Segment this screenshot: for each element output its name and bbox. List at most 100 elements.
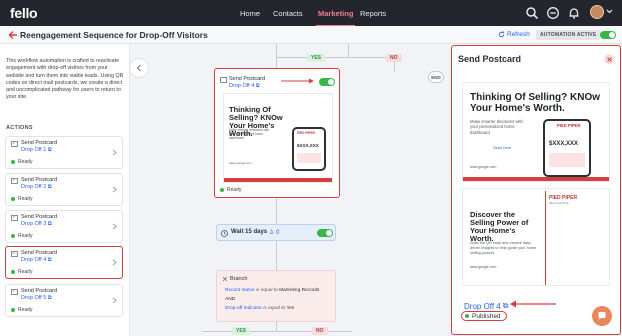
ready-dot xyxy=(11,270,15,274)
branch-icon xyxy=(222,276,228,282)
top-nav: fello Home Contacts Marketing Reports xyxy=(0,0,622,27)
branch-and-label: AND xyxy=(225,297,236,302)
no-label: NO xyxy=(386,54,402,62)
chart-mockup xyxy=(549,153,585,167)
wait-toggle[interactable] xyxy=(317,229,333,237)
page-title: Reengagement Sequence for Drop-Off Visit… xyxy=(20,30,208,40)
postcard-icon xyxy=(11,251,18,257)
wait-node[interactable]: Wait 15 days ♙ 0 xyxy=(216,224,336,241)
action-link[interactable]: Drop Off 3 ⧉ xyxy=(21,221,52,228)
postcard-detail-panel: Send Postcard Thinking Of Selling? KNOw … xyxy=(451,45,621,335)
clock-icon xyxy=(221,230,228,237)
panel-title: Send Postcard xyxy=(458,54,522,64)
postcard-icon xyxy=(11,289,18,295)
action-name: Send Postcard xyxy=(21,250,58,256)
action-link[interactable]: Drop Off 1 ⧉ xyxy=(21,147,52,154)
connector-line xyxy=(348,44,349,58)
ready-dot xyxy=(220,188,224,192)
person-icon: ♙ xyxy=(269,230,275,236)
action-card[interactable]: Send Postcard Drop Off 1 ⧉ Ready xyxy=(5,136,123,169)
postcard-preview[interactable]: Thinking Of Selling? KNOw Your Home's Wo… xyxy=(223,93,333,183)
action-link[interactable]: Drop Off 4 ⧉ xyxy=(21,257,52,264)
phone-mockup: PIED PIPER $XXX,XXX xyxy=(292,127,326,171)
postcard-icon xyxy=(11,178,18,184)
user-avatar[interactable] xyxy=(590,5,604,19)
postcard-icon xyxy=(11,215,18,221)
action-card[interactable]: Send Postcard Drop Off 5 ⧉ Ready xyxy=(5,284,123,317)
bell-icon[interactable] xyxy=(567,6,581,20)
panel-link[interactable]: Drop Off 4 ⧉ xyxy=(464,301,508,311)
connector-line xyxy=(276,57,394,58)
ready-dot xyxy=(11,234,15,238)
back-arrow-icon[interactable] xyxy=(8,30,18,40)
action-status: Ready xyxy=(11,196,32,202)
minus-circle-icon[interactable] xyxy=(546,6,560,20)
refresh-label: Refresh xyxy=(507,31,530,38)
chevron-right-icon[interactable] xyxy=(112,297,117,304)
arrow-right-icon xyxy=(281,78,314,84)
automation-toggle[interactable] xyxy=(600,31,616,39)
ready-dot xyxy=(11,197,15,201)
postcard-divider xyxy=(545,191,546,285)
chevron-right-icon[interactable] xyxy=(112,223,117,230)
postcard-site: www.google.com xyxy=(470,265,497,269)
postcard-site: www.google.com xyxy=(470,165,497,169)
action-card-selected[interactable]: Send Postcard Drop Off 4 ⧉ Ready xyxy=(5,246,123,279)
fello-logo[interactable]: fello xyxy=(10,5,38,21)
postcard-site: www.google.com xyxy=(229,161,252,165)
chevron-left-icon xyxy=(136,64,141,72)
action-name: Send Postcard xyxy=(21,177,58,183)
action-name: Send Postcard xyxy=(21,214,58,220)
collapse-sidebar-button[interactable] xyxy=(129,58,149,78)
branch-condition-1: Record status is equal to Marketing Reco… xyxy=(225,288,320,293)
published-badge: Published xyxy=(461,311,507,321)
chart-mockup xyxy=(297,153,321,163)
scan-label: Scan here xyxy=(493,145,512,150)
postcard-icon xyxy=(220,77,227,83)
branch-node[interactable]: Branch Record status is equal to Marketi… xyxy=(216,270,336,322)
refresh-button[interactable]: Refresh xyxy=(498,31,530,38)
action-name: Send Postcard xyxy=(21,140,58,146)
connector-line xyxy=(276,322,277,331)
nav-contacts[interactable]: Contacts xyxy=(273,9,303,18)
connector-line xyxy=(276,198,277,224)
node-link[interactable]: Drop Off 4 ⧉ xyxy=(229,83,260,90)
nav-reports[interactable]: Reports xyxy=(360,9,386,18)
branch-title: Branch xyxy=(230,276,248,282)
node-title: Send Postcard xyxy=(229,76,266,82)
nav-marketing[interactable]: Marketing xyxy=(315,9,356,27)
postcard-front-preview[interactable]: Thinking Of Selling? KNOw Your Home's Wo… xyxy=(462,82,610,182)
postcard-back-headline: Discover the Selling Power of Your Home'… xyxy=(470,210,529,243)
search-icon[interactable] xyxy=(525,6,539,20)
automation-active-badge: AUTOMATION ACTIVE xyxy=(536,30,601,40)
chat-icon xyxy=(598,312,606,320)
postcard-brand: PIED PIPER xyxy=(297,131,315,135)
action-card[interactable]: Send Postcard Drop Off 2 ⧉ Ready xyxy=(5,173,123,206)
chevron-down-icon[interactable] xyxy=(606,8,613,15)
chevron-right-icon[interactable] xyxy=(112,259,117,266)
postcard-headline: Thinking Of Selling? KNOw Your Home's Wo… xyxy=(470,92,600,114)
end-node: END xyxy=(428,71,444,83)
chevron-right-icon[interactable] xyxy=(112,149,117,156)
postcard-brand-sub: REAL ESTATE xyxy=(549,201,569,205)
postcard-node[interactable]: Send Postcard Drop Off 4 ⧉ Thinking Of S… xyxy=(214,68,340,198)
action-link[interactable]: Drop Off 2 ⧉ xyxy=(21,184,52,191)
action-name: Send Postcard xyxy=(21,288,58,294)
close-button[interactable] xyxy=(604,54,614,64)
ready-dot xyxy=(11,160,15,164)
postcard-price: $XXX,XXX xyxy=(549,141,579,147)
nav-home[interactable]: Home xyxy=(240,9,260,18)
node-toggle[interactable] xyxy=(319,78,335,86)
postcard-price: $XXX,XXX xyxy=(297,143,319,148)
chevron-right-icon[interactable] xyxy=(112,186,117,193)
postcard-back-preview[interactable]: PIED PIPER REAL ESTATE Discover the Sell… xyxy=(462,188,610,286)
action-card[interactable]: Send Postcard Drop Off 3 ⧉ Ready xyxy=(5,210,123,243)
chat-button[interactable] xyxy=(592,306,612,326)
action-link[interactable]: Drop Off 5 ⧉ xyxy=(21,295,52,302)
postcard-back-text: Scan the QR code and explore data-driven… xyxy=(470,241,537,255)
published-dot xyxy=(465,314,469,318)
wait-label: Wait 15 days xyxy=(231,229,268,235)
arrow-left-icon xyxy=(510,300,556,308)
workflow-canvas[interactable]: YES NO END YES NO Send Postcard Drop Off… xyxy=(130,44,450,336)
refresh-icon xyxy=(498,31,505,38)
